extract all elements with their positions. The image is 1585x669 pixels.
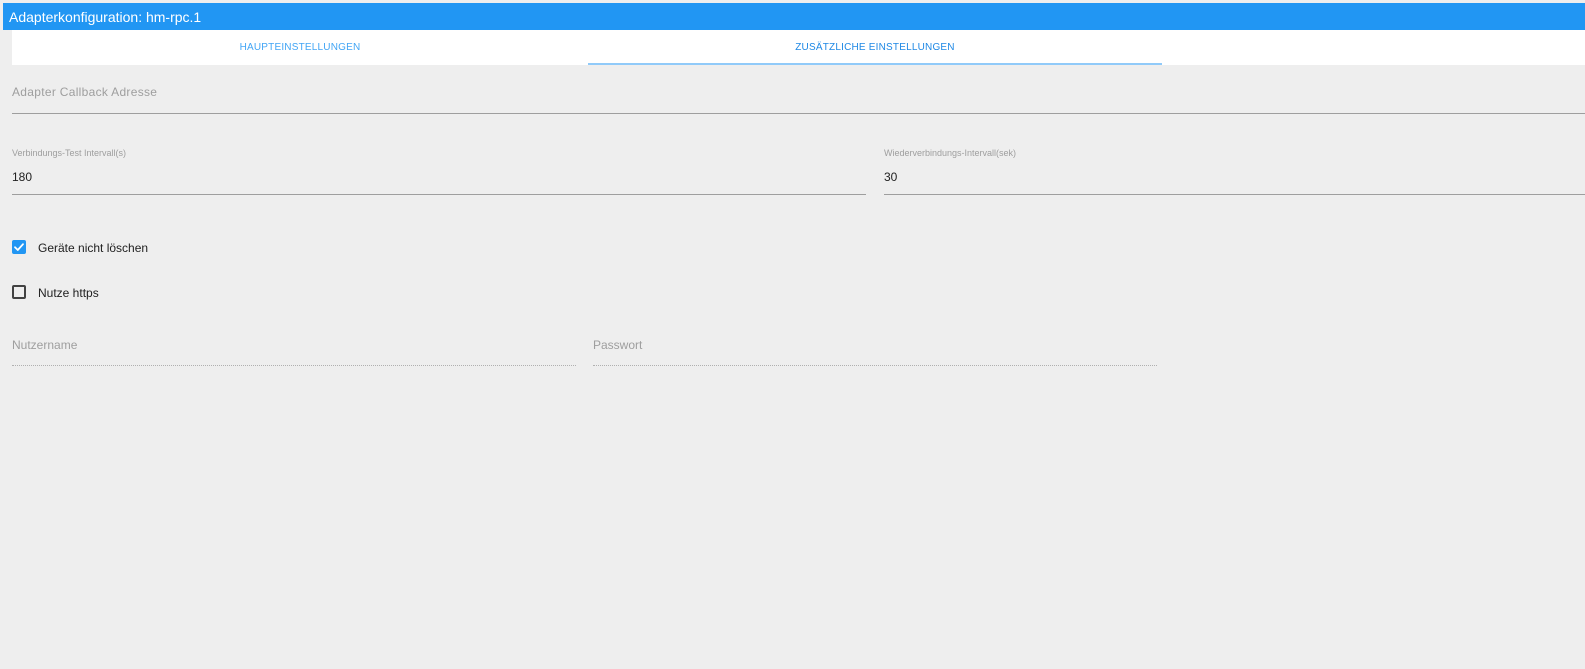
- reconnect-interval-input[interactable]: 30: [884, 170, 897, 184]
- password-underline: [593, 365, 1157, 366]
- dont-delete-devices-checkbox-row[interactable]: Geräte nicht löschen: [12, 239, 212, 257]
- connection-test-interval-input[interactable]: 180: [12, 170, 32, 184]
- use-https-checkbox-row[interactable]: Nutze https: [12, 284, 212, 302]
- tab-additional-settings[interactable]: ZUSÄTZLICHE EINSTELLUNGEN: [588, 30, 1162, 65]
- reconnect-interval-underline: [884, 194, 1585, 195]
- connection-test-interval-field[interactable]: Verbindungs-Test Intervall(s) 180: [12, 145, 866, 195]
- password-placeholder: Passwort: [593, 338, 643, 352]
- username-placeholder: Nutzername: [12, 338, 78, 352]
- password-field[interactable]: Passwort: [593, 332, 1157, 366]
- callback-address-placeholder: Adapter Callback Adresse: [12, 85, 158, 99]
- connection-test-interval-underline: [12, 194, 866, 195]
- dont-delete-devices-label: Geräte nicht löschen: [38, 241, 149, 255]
- callback-address-field[interactable]: Adapter Callback Adresse: [12, 80, 1585, 114]
- window-title-bar: Adapterkonfiguration: hm-rpc.1: [3, 3, 1585, 30]
- reconnect-interval-field[interactable]: Wiederverbindungs-Intervall(sek) 30: [884, 145, 1585, 195]
- use-https-label: Nutze https: [38, 286, 99, 300]
- use-https-checkbox[interactable]: [12, 285, 26, 299]
- username-field[interactable]: Nutzername: [12, 332, 576, 366]
- callback-address-underline: [12, 113, 1585, 114]
- reconnect-interval-label: Wiederverbindungs-Intervall(sek): [884, 148, 1017, 158]
- username-underline: [12, 365, 576, 366]
- connection-test-interval-label: Verbindungs-Test Intervall(s): [12, 148, 127, 158]
- tab-main-settings[interactable]: HAUPTEINSTELLUNGEN: [12, 30, 588, 65]
- window-title: Adapterkonfiguration: hm-rpc.1: [9, 9, 202, 25]
- dont-delete-devices-checkbox[interactable]: [12, 240, 26, 254]
- checkmark-icon: [14, 243, 24, 251]
- tab-bar: HAUPTEINSTELLUNGEN ZUSÄTZLICHE EINSTELLU…: [12, 30, 1585, 65]
- active-tab-indicator: [588, 63, 1162, 65]
